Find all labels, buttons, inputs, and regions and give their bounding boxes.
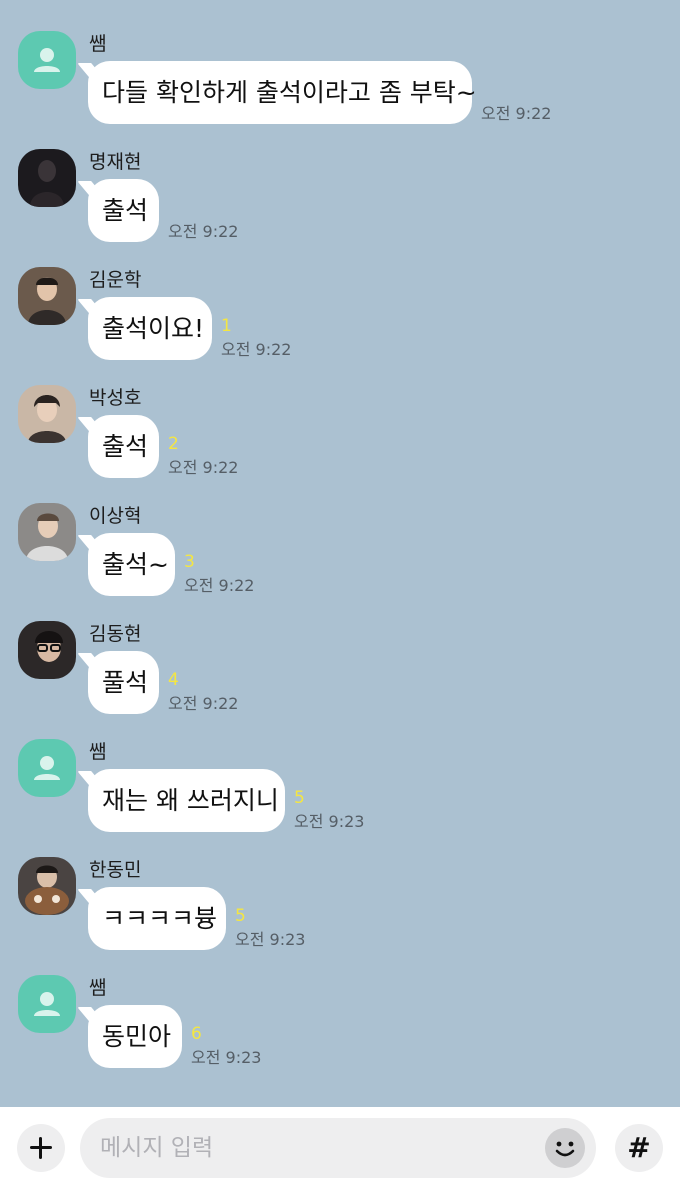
message-bubble[interactable]: 출석~ [88, 533, 175, 596]
message-time: 오전 9:23 [235, 930, 306, 949]
message-input[interactable] [80, 1118, 596, 1178]
message-bubble[interactable]: 동민아 [88, 1005, 182, 1068]
sender-name: 이상혁 [89, 505, 142, 527]
hash-icon: # [627, 1131, 651, 1164]
sender-name: 명재현 [89, 151, 142, 173]
sender-name: 김동현 [89, 623, 142, 645]
default-profile-avatar[interactable] [18, 739, 76, 797]
unread-count: 5 [294, 788, 305, 808]
default-profile-icon [18, 975, 76, 1033]
unread-count: 1 [221, 316, 232, 336]
sender-name: 쌤 [89, 741, 107, 763]
sender-name: 쌤 [89, 977, 107, 999]
profile-avatar[interactable] [18, 503, 76, 561]
profile-photo-icon [18, 267, 76, 325]
profile-avatar[interactable] [18, 149, 76, 207]
sender-name: 박성호 [89, 387, 142, 409]
message-time: 오전 9:22 [168, 458, 239, 477]
hashtag-button[interactable]: # [615, 1124, 663, 1172]
profile-avatar[interactable] [18, 267, 76, 325]
sender-name: 쌤 [89, 33, 107, 55]
emoticon-icon [555, 1141, 575, 1157]
sender-name: 김운학 [89, 269, 142, 291]
message-bubble[interactable]: 재는 왜 쓰러지니 [88, 769, 285, 832]
message-time: 오전 9:22 [481, 104, 552, 123]
profile-avatar[interactable] [18, 621, 76, 679]
profile-photo-icon [18, 503, 76, 561]
message-bubble[interactable]: 다들 확인하게 출석이라고 좀 부탁~ [88, 61, 477, 124]
message-time: 오전 9:22 [221, 340, 292, 359]
default-profile-avatar[interactable] [18, 975, 76, 1033]
message-time: 오전 9:22 [168, 694, 239, 713]
message-time: 오전 9:22 [168, 222, 239, 241]
profile-photo-icon [18, 857, 76, 915]
unread-count: 4 [168, 670, 179, 690]
emoticon-button[interactable] [545, 1128, 585, 1168]
message-bubble[interactable]: 출석이요! [88, 297, 212, 360]
sender-name: 한동민 [89, 859, 142, 881]
default-profile-avatar[interactable] [18, 31, 76, 89]
profile-photo-icon [18, 149, 76, 207]
message-bubble[interactable]: ㅋㅋㅋㅋ븅 [88, 887, 226, 950]
default-profile-icon [18, 31, 76, 89]
message-time: 오전 9:22 [184, 576, 255, 595]
profile-photo-icon [18, 621, 76, 679]
message-time: 오전 9:23 [191, 1048, 262, 1067]
default-profile-icon [18, 739, 76, 797]
chat-message-list[interactable]: 쌤 다들 확인하게 출석이라고 좀 부탁~ 오전 9:22 명재현 출석 오전 … [0, 0, 680, 1107]
plus-icon-stroke [39, 1137, 42, 1159]
profile-avatar[interactable] [18, 857, 76, 915]
attach-button[interactable] [17, 1124, 65, 1172]
message-bubble[interactable]: 출석 [88, 415, 159, 478]
message-time: 오전 9:23 [294, 812, 365, 831]
unread-count: 6 [191, 1024, 202, 1044]
message-input-bar: # [0, 1107, 680, 1200]
message-bubble[interactable]: 풀석 [88, 651, 159, 714]
unread-count: 3 [184, 552, 195, 572]
profile-photo-icon [18, 385, 76, 443]
unread-count: 5 [235, 906, 246, 926]
profile-avatar[interactable] [18, 385, 76, 443]
unread-count: 2 [168, 434, 179, 454]
message-bubble[interactable]: 출석 [88, 179, 159, 242]
